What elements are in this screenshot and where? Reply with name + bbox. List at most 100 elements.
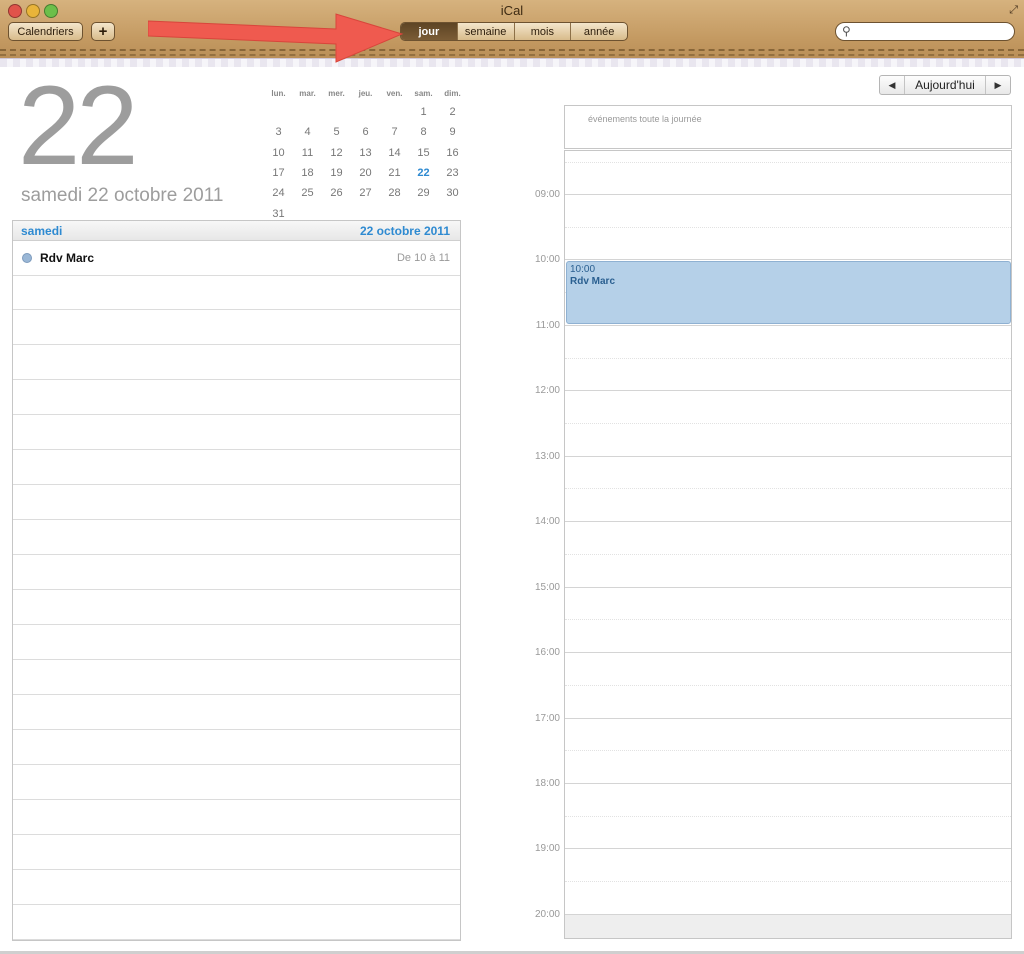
weekday-header: mar. bbox=[299, 88, 316, 98]
tab-mois[interactable]: mois bbox=[513, 23, 571, 40]
calendars-button[interactable]: Calendriers bbox=[8, 22, 83, 41]
mini-calendar-day[interactable]: 19 bbox=[322, 163, 351, 183]
grid-line bbox=[565, 456, 1011, 457]
view-switcher: jour semaine mois année bbox=[400, 22, 628, 41]
grid-line bbox=[565, 718, 1011, 719]
all-day-label: événements toute la journée bbox=[588, 114, 702, 124]
add-event-button[interactable]: + bbox=[91, 22, 115, 41]
hour-label: 15:00 bbox=[534, 582, 560, 593]
mini-calendar-day[interactable]: 18 bbox=[293, 163, 322, 183]
grid-line bbox=[565, 881, 1011, 882]
all-day-events-area[interactable]: événements toute la journée bbox=[564, 105, 1012, 149]
hour-label: 16:00 bbox=[534, 647, 560, 658]
grid-line bbox=[565, 194, 1011, 195]
mini-calendar-day[interactable]: 4 bbox=[293, 122, 322, 142]
toolbar: iCal ⤢ Calendriers + jour semaine mois a… bbox=[0, 0, 1024, 65]
mini-calendar-day[interactable]: 6 bbox=[351, 122, 380, 142]
grid-line bbox=[565, 816, 1011, 817]
torn-paper-edge bbox=[0, 58, 1024, 67]
hour-label: 10:00 bbox=[534, 254, 560, 265]
event-time: De 10 à 11 bbox=[396, 252, 450, 264]
mini-calendar-day[interactable]: 2 bbox=[438, 102, 467, 122]
mini-calendar-day[interactable]: 11 bbox=[293, 143, 322, 163]
mini-calendar-day[interactable]: 7 bbox=[380, 122, 409, 142]
event-start-time: 10:00 bbox=[570, 264, 596, 275]
grid-line bbox=[565, 848, 1011, 849]
mini-calendar-day[interactable]: 12 bbox=[322, 143, 351, 163]
grid-line bbox=[565, 554, 1011, 555]
list-item[interactable]: Rdv Marc De 10 à 11 bbox=[13, 241, 460, 276]
mini-calendar-day[interactable]: 13 bbox=[351, 143, 380, 163]
date-navigation: ◀ Aujourd'hui ▶ bbox=[879, 75, 1011, 95]
mini-calendar-day[interactable] bbox=[351, 102, 380, 122]
today-button[interactable]: Aujourd'hui bbox=[905, 76, 985, 94]
grid-line bbox=[565, 685, 1011, 686]
hour-label: 14:00 bbox=[534, 516, 560, 527]
mini-calendar-day[interactable]: 28 bbox=[380, 183, 409, 203]
event-list-day: samedi bbox=[21, 224, 63, 238]
mini-calendar-day[interactable]: 23 bbox=[438, 163, 467, 183]
event-list-header: samedi 22 octobre 2011 bbox=[13, 221, 460, 241]
weekday-header: lun. bbox=[271, 88, 286, 98]
hour-label: 12:00 bbox=[534, 385, 560, 396]
tab-annee[interactable]: année bbox=[570, 23, 627, 40]
mini-calendar-day[interactable]: 30 bbox=[438, 183, 467, 203]
event-title: Rdv Marc bbox=[40, 251, 95, 265]
mini-calendar-day[interactable]: 17 bbox=[264, 163, 293, 183]
grid-line bbox=[565, 325, 1011, 326]
mini-calendar-selected-day[interactable]: 22 bbox=[409, 163, 438, 183]
hour-label: 18:00 bbox=[534, 778, 560, 789]
grid-line bbox=[565, 227, 1011, 228]
mini-calendar-day[interactable]: 29 bbox=[409, 183, 438, 203]
event-block-title: Rdv Marc bbox=[570, 276, 616, 287]
next-day-button[interactable]: ▶ bbox=[985, 76, 1010, 94]
fullscreen-icon[interactable]: ⤢ bbox=[1009, 4, 1018, 17]
hour-label: 13:00 bbox=[534, 451, 560, 462]
grid-line bbox=[565, 390, 1011, 391]
calendar-event[interactable]: 10:00 Rdv Marc bbox=[566, 261, 1011, 324]
hour-label: 19:00 bbox=[534, 843, 560, 854]
weekday-header: jeu. bbox=[358, 88, 373, 98]
grid-line bbox=[565, 521, 1011, 522]
grid-line bbox=[565, 162, 1011, 163]
mini-calendar-day[interactable]: 21 bbox=[380, 163, 409, 183]
grid-line bbox=[565, 358, 1011, 359]
tab-jour[interactable]: jour bbox=[401, 23, 457, 40]
mini-calendar-day[interactable]: 15 bbox=[409, 143, 438, 163]
search-icon: ⚲ bbox=[842, 24, 851, 38]
mini-calendar-day[interactable]: 26 bbox=[322, 183, 351, 203]
mini-calendar-day[interactable]: 16 bbox=[438, 143, 467, 163]
mini-calendar-day[interactable]: 8 bbox=[409, 122, 438, 142]
mini-calendar-day[interactable] bbox=[322, 102, 351, 122]
weekday-header: ven. bbox=[386, 88, 403, 98]
hour-label: 11:00 bbox=[535, 320, 560, 331]
mini-calendar-day[interactable] bbox=[264, 102, 293, 122]
hour-label: 20:00 bbox=[534, 909, 560, 920]
search-input[interactable] bbox=[860, 24, 1012, 41]
weekday-header: sam. bbox=[414, 88, 433, 98]
mini-calendar: lun. mar. mer. jeu. ven. sam. dim. 1 2 3 bbox=[264, 84, 467, 224]
mini-calendar-day[interactable]: 1 bbox=[409, 102, 438, 122]
previous-day-button[interactable]: ◀ bbox=[880, 76, 905, 94]
grid-line bbox=[565, 488, 1011, 489]
grid-line bbox=[565, 587, 1011, 588]
grid-line bbox=[565, 750, 1011, 751]
mini-calendar-day[interactable]: 9 bbox=[438, 122, 467, 142]
grid-line bbox=[565, 259, 1011, 260]
mini-calendar-day[interactable] bbox=[293, 102, 322, 122]
mini-calendar-day[interactable]: 14 bbox=[380, 143, 409, 163]
weekday-header: mer. bbox=[328, 88, 345, 98]
mini-calendar-day[interactable] bbox=[380, 102, 409, 122]
mini-calendar-day[interactable]: 20 bbox=[351, 163, 380, 183]
tab-semaine[interactable]: semaine bbox=[456, 23, 514, 40]
grid-line bbox=[565, 423, 1011, 424]
mini-calendar-day[interactable]: 27 bbox=[351, 183, 380, 203]
evening-shade bbox=[565, 914, 1011, 938]
mini-calendar-day[interactable]: 24 bbox=[264, 183, 293, 203]
search-field[interactable]: ⚲ bbox=[835, 22, 1015, 41]
mini-calendar-day[interactable]: 3 bbox=[264, 122, 293, 142]
mini-calendar-day[interactable]: 5 bbox=[322, 122, 351, 142]
mini-calendar-day[interactable]: 25 bbox=[293, 183, 322, 203]
hour-label: 09:00 bbox=[534, 189, 560, 200]
mini-calendar-day[interactable]: 10 bbox=[264, 143, 293, 163]
